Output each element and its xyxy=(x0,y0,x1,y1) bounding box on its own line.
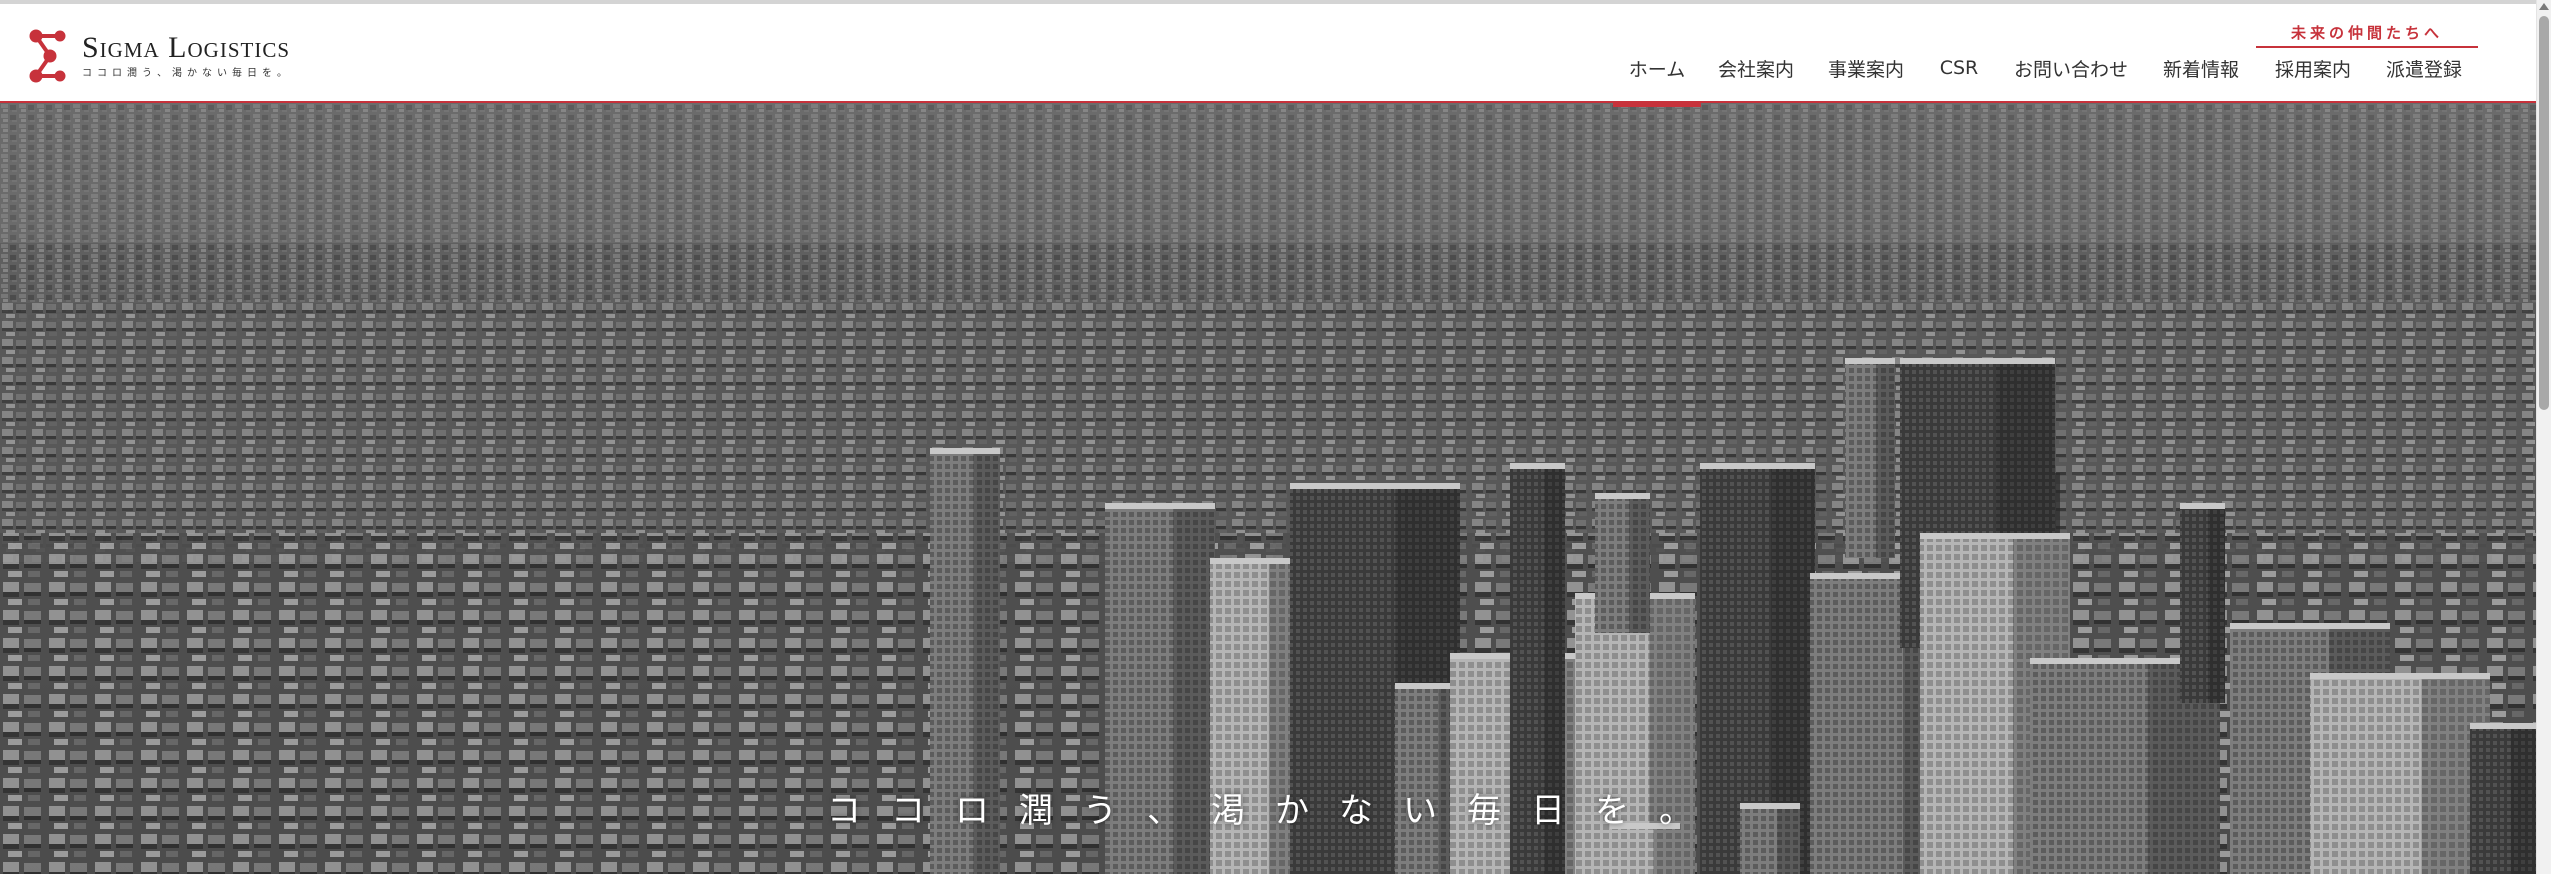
skyscraper-roof xyxy=(2180,503,2225,509)
skyscraper-roof xyxy=(1290,483,1460,489)
nav-item-news[interactable]: 新着情報 xyxy=(2145,44,2257,92)
page: Sigma Logistics ココロ潤う、渇かない毎日を。 未来の仲間たちへ … xyxy=(0,0,2551,874)
scroll-up-icon[interactable] xyxy=(2539,3,2549,10)
nav-item-company[interactable]: 会社案内 xyxy=(1701,44,1811,92)
nav-item-contact[interactable]: お問い合わせ xyxy=(1997,44,2145,92)
hero-banner: ココロ潤う、渇かない毎日を。 xyxy=(0,103,2536,874)
site-header: Sigma Logistics ココロ潤う、渇かない毎日を。 未来の仲間たちへ … xyxy=(0,0,2536,107)
skyscraper-roof xyxy=(2310,673,2490,679)
page-scrollbar[interactable] xyxy=(2536,0,2551,874)
skyscraper-roof xyxy=(1105,503,1215,509)
sigma-logo-icon xyxy=(29,29,66,83)
aerial-city-image xyxy=(0,103,2536,874)
skyscraper-roof xyxy=(930,448,1000,454)
skyscraper-roof xyxy=(1900,358,2055,364)
nav-item-home[interactable]: ホーム xyxy=(1613,44,1701,107)
skyscraper-roof xyxy=(1920,533,2070,539)
brand-name: Sigma Logistics xyxy=(82,31,291,64)
skyscraper-roof xyxy=(1700,463,1815,469)
skyscraper-roof xyxy=(2230,623,2390,629)
skyscraper-roof xyxy=(2470,723,2536,729)
brand-tagline: ココロ潤う、渇かない毎日を。 xyxy=(82,68,292,79)
hero-copy: ココロ潤う、渇かない毎日を。 xyxy=(827,791,1723,831)
site-logo[interactable]: Sigma Logistics ココロ潤う、渇かない毎日を。 xyxy=(24,26,292,86)
skyscraper-roof xyxy=(1845,358,1895,364)
main-nav: ホーム 会社案内 事業案内 CSR お問い合わせ 新着情報 採用案内 派遣登録 xyxy=(1613,44,2479,107)
scroll-thumb[interactable] xyxy=(2539,16,2549,410)
skyscraper-roof xyxy=(1595,493,1650,499)
skyscraper-shadow xyxy=(1629,499,1650,633)
nav-item-business[interactable]: 事業案内 xyxy=(1811,44,1921,92)
nav-item-recruit[interactable]: 採用案内 xyxy=(2257,44,2369,92)
skyscraper-shadow xyxy=(1876,364,1895,558)
nav-item-staffing[interactable]: 派遣登録 xyxy=(2369,44,2479,92)
skyscraper-shadow xyxy=(1653,829,1680,874)
logo-text: Sigma Logistics ココロ潤う、渇かない毎日を。 xyxy=(82,31,292,81)
header-rule xyxy=(0,101,2536,103)
nav-item-csr[interactable]: CSR xyxy=(1921,44,1997,92)
skyscraper-roof xyxy=(1510,463,1565,469)
skyscraper-shadow xyxy=(2207,509,2225,703)
